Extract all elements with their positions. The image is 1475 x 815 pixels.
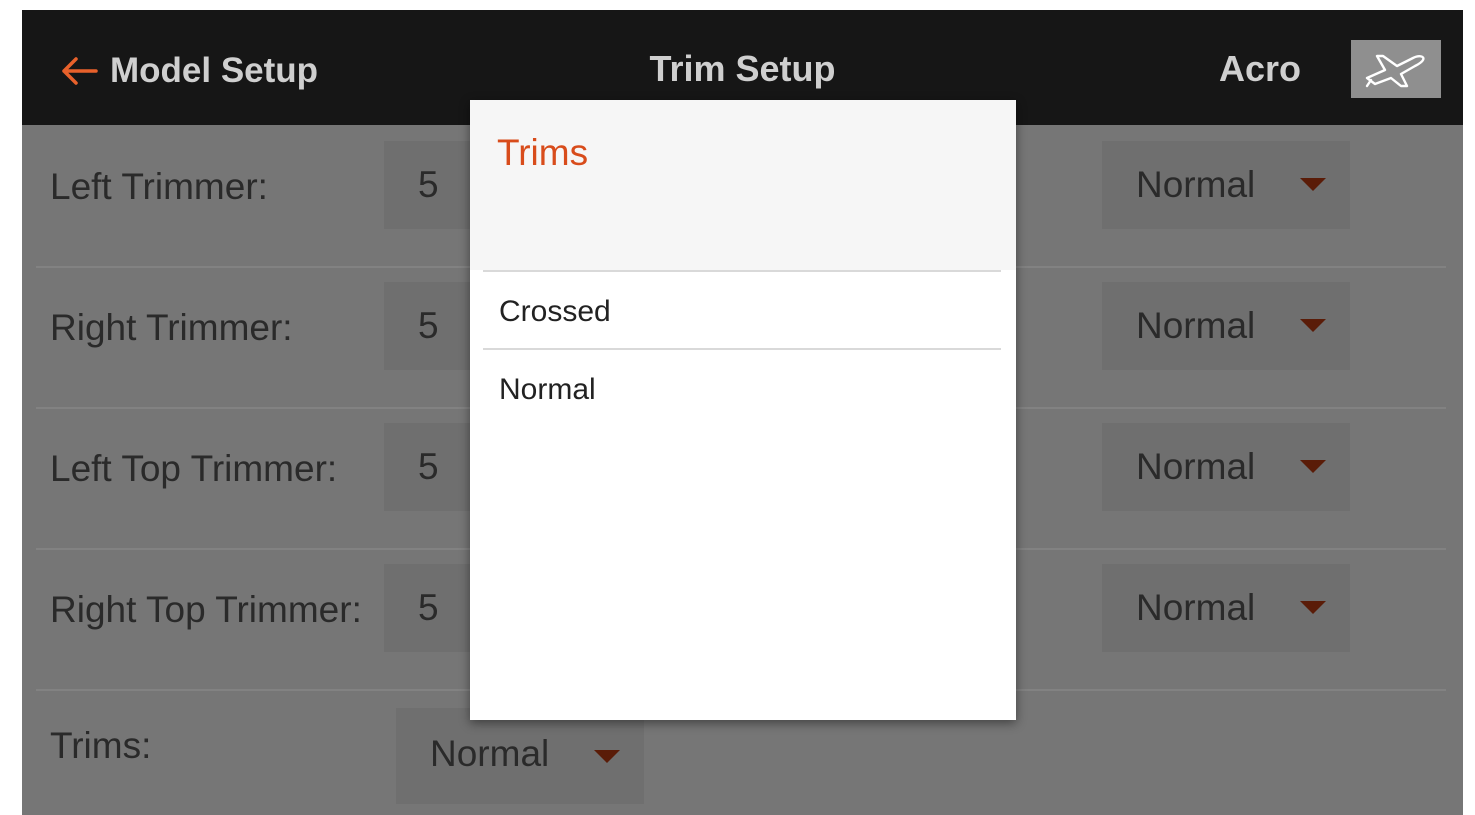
caret-down-icon bbox=[1300, 460, 1326, 473]
trim-mode-dropdown[interactable]: Normal bbox=[1102, 282, 1350, 370]
trims-selection-dialog: Trims Crossed Normal bbox=[470, 100, 1016, 720]
caret-down-icon bbox=[1300, 601, 1326, 614]
trim-step-field[interactable]: 5 bbox=[384, 564, 484, 652]
option-crossed[interactable]: Crossed bbox=[483, 272, 1001, 348]
dropdown-value: Normal bbox=[1136, 164, 1256, 205]
option-label: Normal bbox=[499, 373, 596, 406]
trim-step-field[interactable]: 5 bbox=[384, 282, 484, 370]
flight-mode-label: Acro bbox=[1218, 48, 1301, 89]
trim-step-field[interactable]: 5 bbox=[384, 423, 484, 511]
dialog-header: Trims bbox=[470, 100, 1016, 270]
trims-dropdown[interactable]: Normal bbox=[396, 708, 644, 804]
row-label: Left Top Trimmer: bbox=[50, 448, 338, 489]
dropdown-value: Normal bbox=[430, 733, 550, 774]
trims-label: Trims: bbox=[50, 725, 152, 766]
caret-down-icon bbox=[594, 750, 620, 763]
trim-mode-dropdown[interactable]: Normal bbox=[1102, 141, 1350, 229]
trim-step-value: 5 bbox=[418, 164, 439, 205]
trim-step-value: 5 bbox=[418, 305, 439, 346]
option-normal[interactable]: Normal bbox=[483, 350, 1001, 426]
caret-down-icon bbox=[1300, 319, 1326, 332]
dialog-title: Trims bbox=[497, 132, 589, 173]
caret-down-icon bbox=[1300, 178, 1326, 191]
row-label: Right Trimmer: bbox=[50, 307, 293, 348]
dropdown-value: Normal bbox=[1136, 587, 1256, 628]
row-label: Right Top Trimmer: bbox=[50, 589, 362, 630]
trim-step-value: 5 bbox=[418, 446, 439, 487]
trim-mode-dropdown[interactable]: Normal bbox=[1102, 564, 1350, 652]
dropdown-value: Normal bbox=[1136, 305, 1256, 346]
trim-step-value: 5 bbox=[418, 587, 439, 628]
trim-step-field[interactable]: 5 bbox=[384, 141, 484, 229]
row-label: Left Trimmer: bbox=[50, 166, 268, 207]
dropdown-value: Normal bbox=[1136, 446, 1256, 487]
option-label: Crossed bbox=[499, 295, 611, 328]
trim-setup-screen: Model Setup Trim Setup Acro Left Trimmer… bbox=[22, 10, 1463, 815]
trim-mode-dropdown[interactable]: Normal bbox=[1102, 423, 1350, 511]
airplane-icon[interactable] bbox=[1351, 40, 1441, 98]
